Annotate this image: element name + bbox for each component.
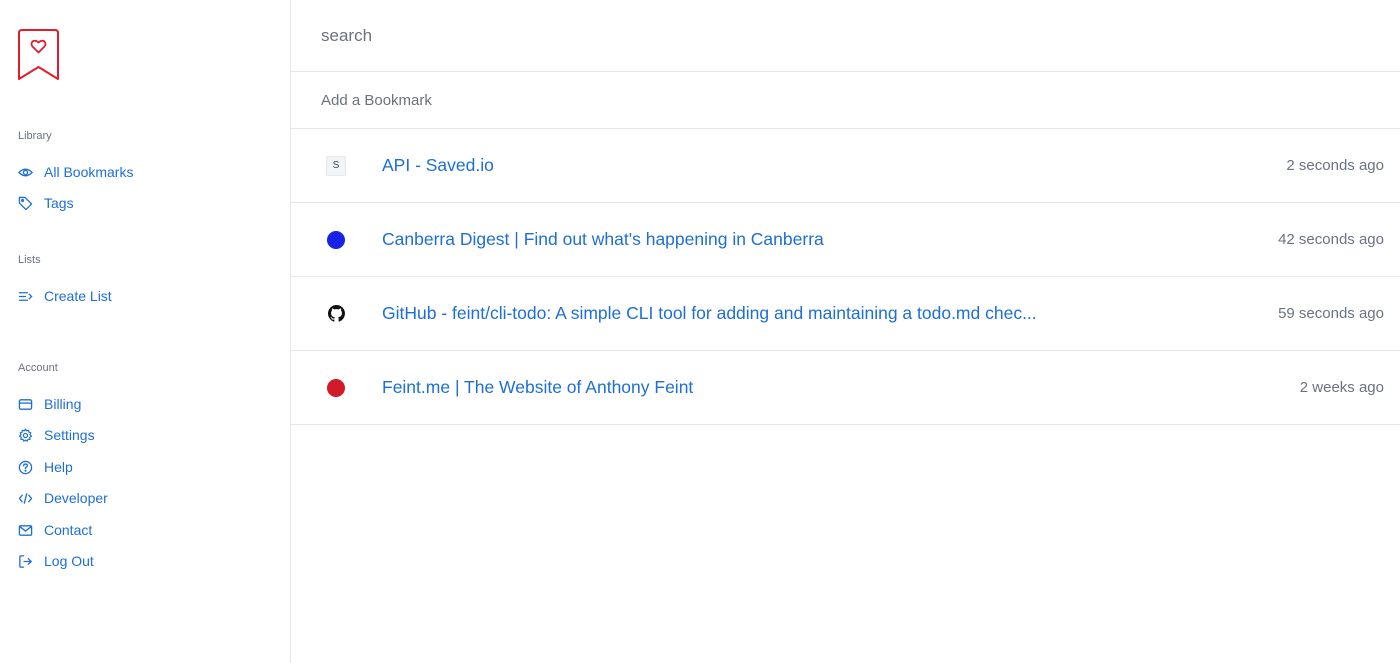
bookmark-row[interactable]: Canberra Digest | Find out what's happen…: [291, 203, 1400, 277]
library-section-title: Library: [18, 130, 52, 142]
favicon-blue-circle-icon: [326, 230, 346, 250]
sidebar-item-label: Billing: [44, 396, 82, 412]
bookmark-timestamp: 59 seconds ago: [1278, 305, 1384, 322]
sidebar-item-label: Settings: [44, 427, 95, 443]
sidebar-item-label: Create List: [44, 288, 112, 304]
bookmark-timestamp: 2 weeks ago: [1299, 379, 1384, 396]
bookmark-timestamp: 42 seconds ago: [1278, 231, 1384, 248]
sidebar-item-billing[interactable]: Billing: [18, 394, 81, 414]
add-bookmark-input[interactable]: [321, 91, 921, 109]
bookmark-title-link[interactable]: Feint.me | The Website of Anthony Feint: [382, 377, 1082, 398]
sidebar-item-developer[interactable]: Developer: [18, 488, 108, 508]
bookmark-title-link[interactable]: Canberra Digest | Find out what's happen…: [382, 229, 1082, 250]
sidebar-item-create-list[interactable]: Create List: [18, 286, 112, 306]
bookmark-row[interactable]: S API - Saved.io 2 seconds ago: [291, 129, 1400, 203]
sidebar-item-label: Help: [44, 459, 73, 475]
sidebar-item-all-bookmarks[interactable]: All Bookmarks: [18, 162, 133, 182]
bookmark-row[interactable]: Feint.me | The Website of Anthony Feint …: [291, 351, 1400, 425]
sidebar-item-label: All Bookmarks: [44, 164, 134, 180]
search-bar: [291, 0, 1400, 72]
sidebar: Library All Bookmarks Tags Lists Create …: [0, 0, 291, 663]
list-add-icon: [18, 289, 33, 304]
bookmark-heart-logo-icon[interactable]: [17, 28, 60, 82]
sidebar-item-help[interactable]: Help: [18, 457, 73, 477]
favicon-red-circle-icon: [326, 378, 346, 398]
bookmark-title-link[interactable]: API - Saved.io: [382, 155, 1082, 176]
sidebar-item-contact[interactable]: Contact: [18, 520, 92, 540]
credit-card-icon: [18, 397, 33, 412]
bookmark-timestamp: 2 seconds ago: [1286, 157, 1384, 174]
eye-icon: [18, 165, 33, 180]
add-bookmark-bar: [291, 72, 1400, 129]
sidebar-item-settings[interactable]: Settings: [18, 425, 95, 445]
sidebar-item-tags[interactable]: Tags: [18, 193, 74, 213]
bookmark-title-link[interactable]: GitHub - feint/cli-todo: A simple CLI to…: [382, 303, 1082, 324]
sidebar-item-label: Tags: [44, 195, 74, 211]
sidebar-item-log-out[interactable]: Log Out: [18, 551, 94, 571]
mail-icon: [18, 523, 33, 538]
account-section-title: Account: [18, 362, 58, 374]
logout-icon: [18, 554, 33, 569]
app: Library All Bookmarks Tags Lists Create …: [0, 0, 1400, 663]
sidebar-item-label: Developer: [44, 490, 108, 506]
github-icon: [326, 304, 346, 324]
tag-icon: [18, 196, 33, 211]
favicon-letter-icon: S: [326, 155, 346, 176]
main-content: S API - Saved.io 2 seconds ago Canberra …: [291, 0, 1400, 663]
lists-section-title: Lists: [18, 254, 41, 266]
search-input[interactable]: [321, 25, 921, 46]
gear-icon: [18, 428, 33, 443]
help-circle-icon: [18, 460, 33, 475]
code-icon: [18, 491, 33, 506]
sidebar-item-label: Contact: [44, 522, 93, 538]
sidebar-item-label: Log Out: [44, 553, 94, 569]
bookmark-row[interactable]: GitHub - feint/cli-todo: A simple CLI to…: [291, 277, 1400, 351]
